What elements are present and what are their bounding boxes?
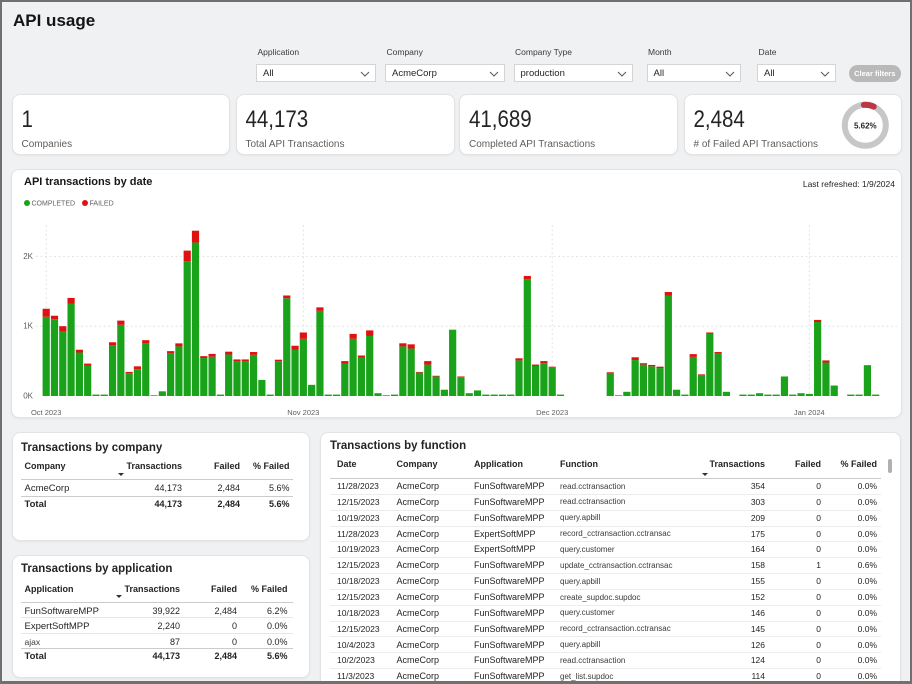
svg-text:0K: 0K [23,391,33,400]
svg-text:Dec 2023: Dec 2023 [536,408,568,417]
svg-text:1K: 1K [23,321,33,330]
svg-text:2K: 2K [23,251,33,260]
svg-text:5.62%: 5.62% [854,121,877,130]
svg-text:Oct 2023: Oct 2023 [31,408,61,417]
svg-text:Jan 2024: Jan 2024 [794,408,825,417]
svg-text:Nov 2023: Nov 2023 [287,408,319,417]
